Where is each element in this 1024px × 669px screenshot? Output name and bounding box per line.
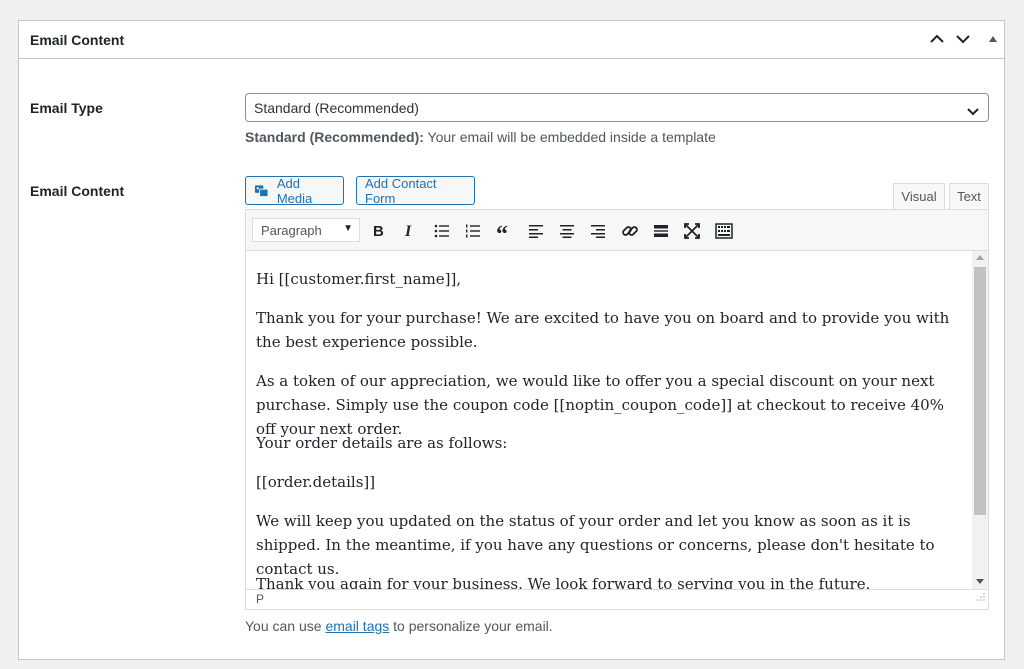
- read-more-button[interactable]: [650, 220, 672, 242]
- italic-button[interactable]: I: [399, 220, 421, 242]
- editor-toolbar: Paragraph ▼ B I: [246, 210, 988, 251]
- blockquote-button[interactable]: “: [493, 220, 515, 242]
- svg-text:B: B: [373, 223, 384, 239]
- collapse-toggle-button[interactable]: [983, 29, 1003, 49]
- bold-button[interactable]: B: [368, 220, 390, 242]
- email-tags-link[interactable]: email tags: [325, 618, 389, 634]
- email-type-selected-value: Standard (Recommended): [254, 100, 419, 116]
- align-right-button[interactable]: [587, 220, 609, 242]
- editor: Paragraph ▼ B I Hi [[customer.first_name…: [245, 209, 989, 610]
- triangle-up-icon: [989, 36, 997, 42]
- move-down-button[interactable]: [953, 29, 973, 49]
- align-right-icon: [591, 225, 605, 238]
- footer-text-after: to personalize your email.: [389, 618, 553, 634]
- toolbar-toggle-button[interactable]: [713, 220, 735, 242]
- keyboard-icon: [715, 223, 733, 239]
- email-type-help-text: Your email will be embedded inside a tem…: [423, 129, 716, 145]
- triangle-down-icon: ▼: [343, 223, 353, 234]
- add-contact-form-button[interactable]: Add Contact Form: [356, 175, 475, 206]
- tab-text-label: Text: [957, 189, 981, 204]
- content-paragraph: Hi [[customer.first_name]],: [256, 270, 462, 288]
- tab-visual[interactable]: Visual: [893, 183, 945, 210]
- format-select[interactable]: Paragraph ▼: [252, 218, 360, 242]
- fullscreen-button[interactable]: [681, 220, 703, 242]
- scroll-down-arrow-icon[interactable]: [976, 579, 984, 584]
- numbered-list-button[interactable]: [462, 220, 484, 242]
- add-contact-form-label: Add Contact Form: [365, 175, 437, 206]
- panel-title: Email Content: [30, 32, 125, 48]
- add-media-button[interactable]: Add Media: [245, 175, 344, 206]
- italic-icon: I: [404, 223, 412, 239]
- chevron-up-icon: [930, 34, 944, 43]
- content-paragraph: [[order.details]]: [256, 473, 376, 491]
- bulleted-list-button[interactable]: [431, 220, 453, 242]
- content-paragraph: Thank you again for your business. We lo…: [256, 575, 871, 590]
- insert-link-button[interactable]: [619, 220, 641, 242]
- panel-header: Email Content: [19, 21, 1004, 59]
- format-select-value: Paragraph: [261, 223, 322, 238]
- footer-text-before: You can use: [245, 618, 326, 634]
- fullscreen-icon: [684, 223, 700, 239]
- quote-icon: “: [496, 225, 508, 237]
- svg-text:I: I: [404, 223, 412, 239]
- editor-scrollbar[interactable]: [972, 251, 988, 590]
- add-media-icon: [254, 184, 269, 197]
- editor-statusbar: P: [246, 589, 988, 609]
- scroll-up-arrow-icon[interactable]: [976, 255, 984, 260]
- email-type-help-bold: Standard (Recommended):: [245, 129, 424, 145]
- email-tags-help: You can use email tags to personalize yo…: [245, 618, 553, 634]
- resize-handle-icon[interactable]: [977, 588, 985, 606]
- bulleted-list-icon: [434, 224, 449, 238]
- align-center-button[interactable]: [556, 220, 578, 242]
- email-content-label: Email Content: [30, 183, 125, 199]
- element-path[interactable]: P: [256, 592, 264, 606]
- scrollbar-thumb[interactable]: [974, 267, 986, 515]
- tab-visual-label: Visual: [901, 189, 937, 204]
- link-icon: [622, 226, 638, 236]
- read-more-icon: [654, 225, 668, 237]
- align-center-icon: [560, 225, 574, 238]
- email-content-panel: Email Content Email Type Standard (Recom…: [18, 20, 1005, 660]
- align-left-button[interactable]: [525, 220, 547, 242]
- email-type-select[interactable]: Standard (Recommended): [245, 93, 989, 122]
- content-paragraph: Thank you for your purchase! We are exci…: [256, 309, 950, 351]
- numbered-list-icon: [466, 224, 480, 238]
- content-paragraph: Your order details are as follows:: [256, 434, 508, 452]
- add-media-label: Add Media: [276, 175, 313, 206]
- tab-text[interactable]: Text: [949, 183, 989, 210]
- svg-text:“: “: [496, 225, 508, 237]
- move-up-button[interactable]: [927, 29, 947, 49]
- content-paragraph: We will keep you updated on the status o…: [256, 512, 935, 578]
- editor-content-area[interactable]: Hi [[customer.first_name]], Thank you fo…: [246, 251, 972, 590]
- email-type-label: Email Type: [30, 100, 103, 116]
- chevron-down-icon: [967, 103, 979, 121]
- bold-icon: B: [373, 223, 384, 239]
- email-type-help: Standard (Recommended): Your email will …: [245, 129, 716, 145]
- chevron-down-icon: [956, 35, 970, 44]
- align-left-icon: [529, 225, 543, 238]
